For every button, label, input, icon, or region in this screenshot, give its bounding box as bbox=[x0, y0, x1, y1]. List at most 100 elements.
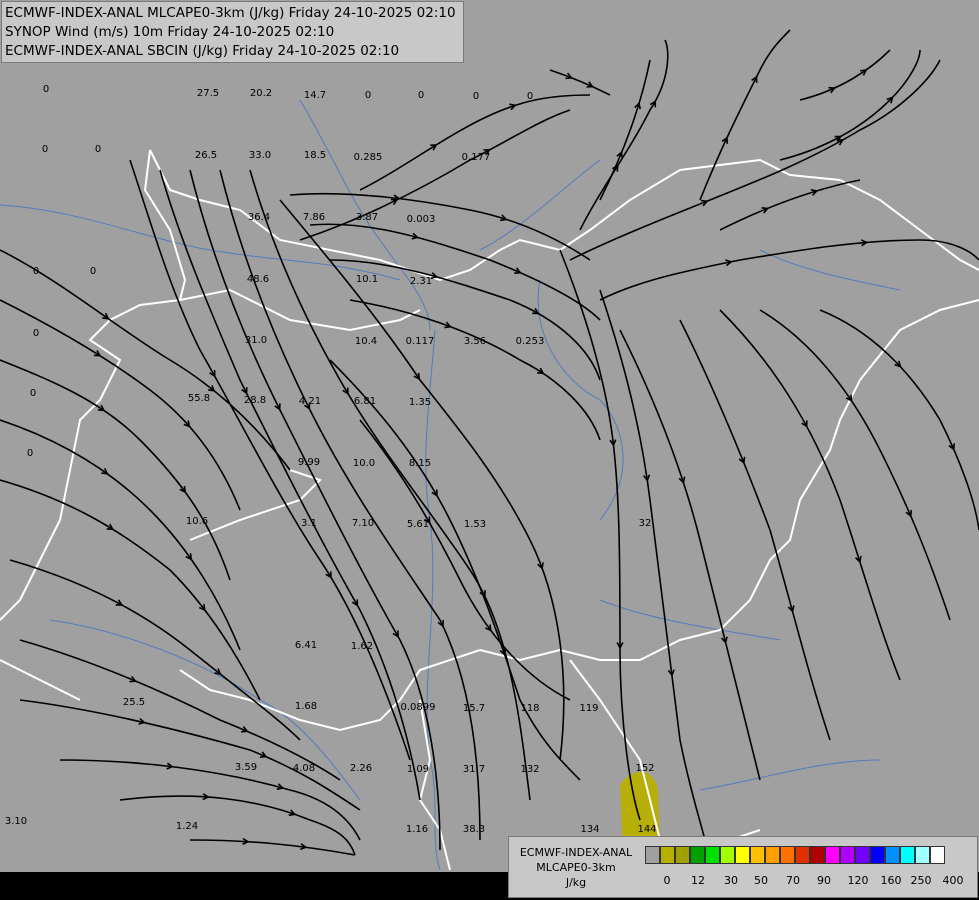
legend-swatch bbox=[780, 846, 795, 864]
color-legend: ECMWF-INDEX-ANAL MLCAPE0-3km J/kg 0 12 30 5… bbox=[508, 836, 978, 898]
legend-swatch bbox=[750, 846, 765, 864]
cape-value-label: 0 bbox=[473, 91, 479, 102]
cape-value-label: 15.7 bbox=[463, 703, 485, 714]
cape-value-label: 28.8 bbox=[244, 395, 266, 406]
cape-value-label: 152 bbox=[635, 763, 654, 774]
cape-value-label: 8.15 bbox=[409, 458, 431, 469]
legend-tick: 70 bbox=[786, 874, 800, 887]
legend-swatch bbox=[690, 846, 705, 864]
cape-value-label: 0.177 bbox=[462, 152, 491, 163]
header-line-wind: SYNOP Wind (m/s) 10m Friday 24-10-2025 0… bbox=[5, 24, 335, 40]
cape-value-label: 1.53 bbox=[464, 519, 486, 530]
cape-value-label: 0 bbox=[527, 91, 533, 102]
cape-value-label: 3.59 bbox=[235, 762, 257, 773]
cape-value-label: 6.81 bbox=[354, 396, 376, 407]
legend-swatch bbox=[660, 846, 675, 864]
legend-tick: 30 bbox=[724, 874, 738, 887]
legend-swatch bbox=[675, 846, 690, 864]
header-line-cape: ECMWF-INDEX-ANAL MLCAPE0-3km (J/kg) Frid… bbox=[5, 5, 456, 21]
cape-value-label: 27.5 bbox=[197, 88, 219, 99]
cape-value-label: 14.7 bbox=[304, 90, 326, 101]
legend-swatch bbox=[810, 846, 825, 864]
legend-swatch bbox=[765, 846, 780, 864]
legend-title-line1: ECMWF-INDEX-ANAL bbox=[519, 846, 633, 859]
cape-value-label: 3.1 bbox=[301, 518, 317, 529]
cape-value-label: 3.10 bbox=[5, 816, 27, 827]
legend-title-line2: MLCAPE0-3km bbox=[536, 861, 616, 874]
cape-value-label: 0.003 bbox=[407, 214, 436, 225]
cape-value-label: 0 bbox=[33, 266, 39, 277]
cape-value-label: 1.16 bbox=[406, 824, 428, 835]
legend-swatch bbox=[720, 846, 735, 864]
cape-value-label: 33.0 bbox=[249, 150, 271, 161]
cape-value-label: 10.6 bbox=[186, 516, 208, 527]
cape-value-label: 0 bbox=[27, 448, 33, 459]
cape-value-label: 38.3 bbox=[463, 824, 485, 835]
cape-value-label: 0 bbox=[33, 328, 39, 339]
cape-value-label: 4.08 bbox=[293, 763, 315, 774]
cape-value-label: 10.1 bbox=[356, 274, 378, 285]
cape-value-label: 0.285 bbox=[354, 152, 383, 163]
legend-unit: J/kg bbox=[565, 876, 587, 889]
legend-swatches bbox=[645, 846, 945, 864]
cape-value-label: 4.21 bbox=[299, 396, 321, 407]
legend-swatch bbox=[870, 846, 885, 864]
legend-tick: 400 bbox=[942, 874, 964, 887]
weather-map: 0 0 0 0 0 0 0 0 27.5 20.2 14.7 0 0 0 0 26.5 33.0 18.5 0.28… bbox=[0, 0, 979, 900]
legend-tick: 50 bbox=[754, 874, 768, 887]
legend-swatch bbox=[915, 846, 930, 864]
header-line-cin: ECMWF-INDEX-ANAL SBCIN (J/kg) Friday 24-… bbox=[5, 43, 400, 59]
cape-value-label: 0 bbox=[365, 90, 371, 101]
cape-value-label: 2.31 bbox=[410, 276, 432, 287]
legend-swatch bbox=[645, 846, 660, 864]
cape-value-label: 32 bbox=[639, 518, 652, 529]
cape-value-label: 0 bbox=[90, 266, 96, 277]
cape-value-label: 5.61 bbox=[407, 519, 429, 530]
cape-value-label: 144 bbox=[637, 824, 656, 835]
cape-value-label: 0 bbox=[43, 84, 49, 95]
legend-swatch bbox=[705, 846, 720, 864]
cape-value-label: 6.41 bbox=[295, 640, 317, 651]
cape-value-label: 3.87 bbox=[356, 212, 378, 223]
legend-tick: 90 bbox=[817, 874, 831, 887]
legend-tick: 160 bbox=[880, 874, 902, 887]
cape-value-label: 31.0 bbox=[245, 335, 267, 346]
cape-value-label: 25.5 bbox=[123, 697, 145, 708]
legend-swatch bbox=[735, 846, 750, 864]
legend-tick: 250 bbox=[910, 874, 932, 887]
cape-value-label: 7.10 bbox=[352, 518, 374, 529]
legend-swatch bbox=[795, 846, 810, 864]
legend-ticks: 0 12 30 50 70 90 120 160 250 400 bbox=[645, 874, 975, 888]
legend-tick: 12 bbox=[691, 874, 705, 887]
cape-value-label: 3.56 bbox=[464, 336, 486, 347]
legend-swatch bbox=[825, 846, 840, 864]
cape-value-label: 1.35 bbox=[409, 397, 431, 408]
legend-tick: 0 bbox=[663, 874, 671, 887]
cape-value-label: 55.8 bbox=[188, 393, 210, 404]
cape-value-label: 18.5 bbox=[304, 150, 326, 161]
cape-value-label: 1.68 bbox=[295, 701, 317, 712]
cape-value-label: 10.0 bbox=[353, 458, 375, 469]
legend-swatch bbox=[930, 846, 945, 864]
cape-value-label: 20.2 bbox=[250, 88, 272, 99]
cape-value-label: 48.6 bbox=[247, 274, 269, 285]
legend-swatch bbox=[885, 846, 900, 864]
cape-value-label: 0 bbox=[30, 388, 36, 399]
cape-value-label: 1.24 bbox=[176, 821, 198, 832]
cape-value-label: 0 bbox=[95, 144, 101, 155]
cape-value-label: 1.09 bbox=[407, 764, 429, 775]
legend-swatch bbox=[840, 846, 855, 864]
cape-value-label: 9.99 bbox=[298, 457, 320, 468]
cape-value-label: 132 bbox=[520, 764, 539, 775]
legend-swatch bbox=[900, 846, 915, 864]
cape-value-label: 118 bbox=[520, 703, 539, 714]
cape-value-label: 119 bbox=[579, 703, 598, 714]
cape-value-label: 134 bbox=[580, 824, 599, 835]
cape-value-label: 0.0899 bbox=[401, 702, 436, 713]
legend-swatch bbox=[855, 846, 870, 864]
cape-value-label: 0 bbox=[42, 144, 48, 155]
cape-value-label: 0.253 bbox=[516, 336, 545, 347]
cape-value-label: 1.62 bbox=[351, 641, 373, 652]
cape-value-label: 0 bbox=[418, 90, 424, 101]
cape-value-label: 10.4 bbox=[355, 336, 377, 347]
